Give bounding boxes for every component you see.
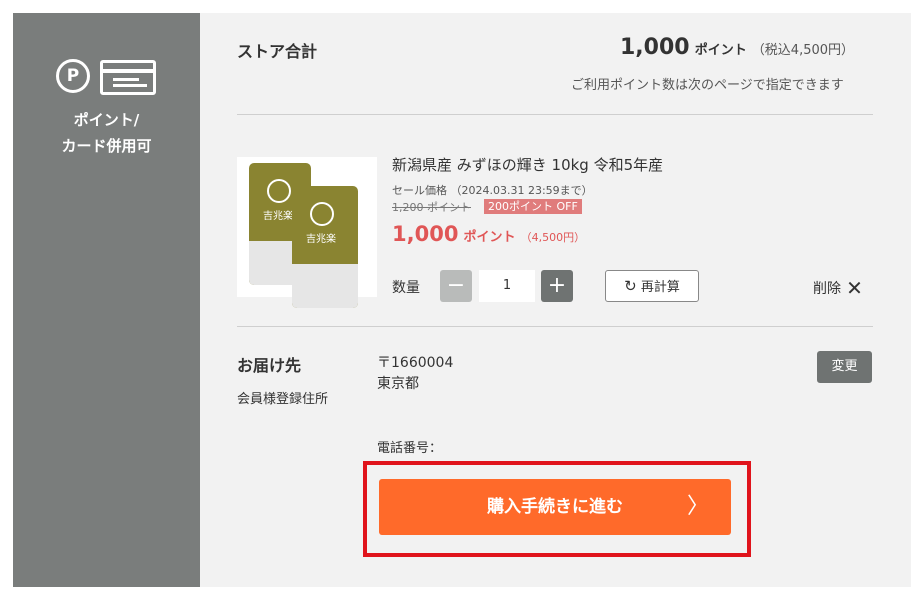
divider: [237, 326, 873, 327]
chevron-right-icon: 〉: [686, 494, 709, 519]
delete-item-button[interactable]: 削除 ✕: [813, 276, 863, 300]
price-unit: ポイント: [463, 230, 516, 245]
product-price: 1,000 ポイント （4,500円）: [392, 222, 585, 246]
rice-bag-front: 吉兆楽: [292, 186, 358, 308]
payment-label-line2: カード併用可: [61, 137, 152, 155]
payment-icons: P: [56, 59, 156, 99]
proceed-to-checkout-button[interactable]: 購入手続きに進む 〉: [379, 479, 731, 535]
close-icon: ✕: [846, 276, 863, 300]
delivery-label: お届け先: [237, 356, 302, 375]
credit-card-icon: [100, 60, 156, 95]
points-note: ご利用ポイント数は次のページで指定できます: [571, 78, 844, 93]
point-icon: P: [56, 59, 90, 93]
store-total: 1,000 ポイント （税込4,500円）: [620, 35, 854, 60]
payment-sidebar: [13, 13, 200, 587]
store-total-tax: （税込4,500円）: [751, 43, 855, 58]
store-total-unit: ポイント: [694, 43, 747, 58]
product-image[interactable]: 吉兆楽 吉兆楽: [237, 157, 377, 308]
payment-label-line1: ポイント/: [73, 111, 140, 129]
store-total-label: ストア合計: [237, 42, 318, 61]
price-points: 1,000: [392, 222, 459, 246]
quantity-input[interactable]: 1: [479, 270, 535, 302]
recalculate-button[interactable]: ↻ 再計算: [605, 270, 699, 302]
quantity-increase-button[interactable]: +: [541, 270, 573, 302]
product-title[interactable]: 新潟県産 みずほの輝き 10kg 令和5年産: [392, 154, 663, 175]
delivery-sub-label: 会員様登録住所: [237, 392, 329, 407]
divider: [237, 114, 873, 115]
store-total-points: 1,000: [620, 35, 690, 60]
price-yen: （4,500円）: [520, 231, 586, 244]
delete-label: 削除: [813, 281, 841, 297]
sale-period: セール価格 （2024.03.31 23:59まで）: [392, 184, 593, 197]
quantity-decrease-button[interactable]: −: [440, 270, 472, 302]
address: 東京都: [377, 376, 419, 392]
phone-label: 電話番号：: [377, 441, 443, 456]
recalculate-label: 再計算: [640, 280, 680, 295]
original-price: 1,200 ポイント: [392, 201, 471, 214]
discount-badge: 200ポイント OFF: [484, 199, 582, 214]
postal-code: 〒1660004: [377, 355, 454, 371]
quantity-label: 数量: [392, 280, 420, 296]
checkout-label: 購入手続きに進む: [487, 497, 623, 517]
change-address-button[interactable]: 変更: [817, 351, 872, 383]
refresh-icon: ↻: [624, 277, 637, 295]
